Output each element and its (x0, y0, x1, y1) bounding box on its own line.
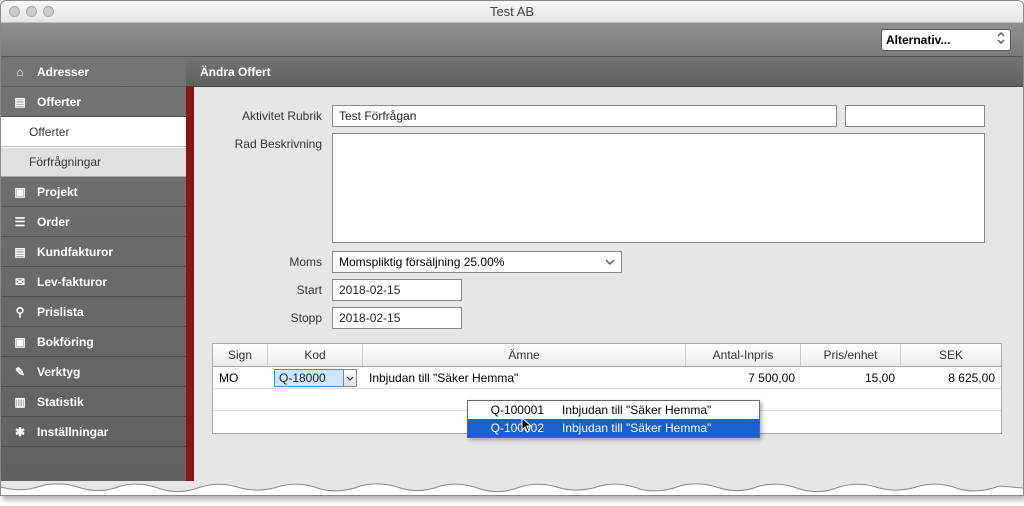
aktivitet-label: Aktivitet Rubrik (212, 105, 332, 123)
moms-value: Momspliktig försäljning 25.00% (339, 255, 504, 269)
alternativ-label: Alternativ... (886, 33, 950, 47)
sidebar-item-label: Lev-fakturor (37, 275, 107, 289)
sidebar-item-order[interactable]: ☰ Order (1, 207, 186, 237)
dropdown-option-desc: Inbjudan till "Säker Hemma" (556, 403, 759, 417)
sidebar-item-label: Verktyg (37, 365, 80, 379)
cell-amne: Inbjudan till "Säker Hemma" (363, 371, 686, 385)
col-amne[interactable]: Ämne (363, 344, 686, 366)
dropdown-option-code: Q-100001 (468, 403, 556, 417)
invoice-icon: ▤ (13, 245, 27, 259)
dropdown-option-code: Q-100002 (468, 421, 556, 435)
start-label: Start (212, 279, 332, 297)
cell-kod[interactable] (268, 369, 363, 387)
sidebar-item-label: Inställningar (37, 425, 108, 439)
chevron-down-icon (346, 371, 354, 385)
sidebar-subitem-förfrågningar[interactable]: Förfrågningar (1, 147, 186, 177)
sidebar-item-label: Adresser (37, 65, 89, 79)
stopp-label: Stopp (212, 307, 332, 325)
sidebar-item-verktyg[interactable]: ✎ Verktyg (1, 357, 186, 387)
sidebar-item-label: Projekt (37, 185, 78, 199)
kod-autocomplete-dropdown[interactable]: Q-100001Inbjudan till "Säker Hemma"Q-100… (467, 400, 760, 438)
sidebar-item-kundfakturor[interactable]: ▤ Kundfakturor (1, 237, 186, 267)
cell-sign: MO (213, 371, 268, 385)
page-header: Ändra Offert (186, 57, 1023, 87)
table-row[interactable]: MO Inbjudan till "Säker Hemma" 7 (213, 367, 1001, 389)
list-icon: ☰ (13, 215, 27, 229)
chevron-updown-icon (996, 31, 1006, 48)
sidebar-item-adresser[interactable]: ⌂ Adresser (1, 57, 186, 87)
chart-icon: ▥ (13, 395, 27, 409)
window-title: Test AB (1, 4, 1023, 19)
sidebar-item-label: Offerter (37, 95, 81, 109)
sidebar-subitem-offerter[interactable]: Offerter (1, 117, 186, 147)
close-window-button[interactable] (9, 6, 20, 17)
sidebar: ⌂ Adresser ▤ Offerter Offerter Förfrågningar ▣… (1, 57, 186, 495)
sidebar-item-prislista[interactable]: ⚲ Prislista (1, 297, 186, 327)
wrench-icon: ✎ (13, 365, 27, 379)
col-sign: Sign (213, 344, 268, 366)
sidebar-item-label: Statistik (37, 395, 84, 409)
kod-input[interactable] (274, 369, 344, 387)
chevron-down-icon (605, 255, 615, 269)
folder-icon: ▣ (13, 185, 27, 199)
torn-edge (1, 481, 1023, 495)
stopp-date-input[interactable] (332, 307, 462, 329)
aktivitet-input[interactable] (332, 105, 837, 127)
document-icon: ▤ (13, 95, 27, 109)
sidebar-item-statistik[interactable]: ▥ Statistik (1, 387, 186, 417)
sidebar-item-bokföring[interactable]: ▣ Bokföring (1, 327, 186, 357)
page-title: Ändra Offert (200, 65, 271, 79)
table-header-row: Sign Kod Ämne Antal-Inpris Pris/enhet SE… (213, 344, 1001, 367)
zoom-window-button[interactable] (43, 6, 54, 17)
col-pris[interactable]: Pris/enhet (801, 344, 901, 366)
kod-dropdown-toggle[interactable] (344, 369, 357, 387)
toolbar: Alternativ... (1, 23, 1023, 57)
moms-select[interactable]: Momspliktig försäljning 25.00% (332, 251, 622, 273)
sidebar-item-label: Prislista (37, 305, 84, 319)
dropdown-option[interactable]: Q-100001Inbjudan till "Säker Hemma" (468, 401, 759, 419)
sidebar-item-label: Order (37, 215, 70, 229)
dropdown-option-desc: Inbjudan till "Säker Hemma" (556, 421, 759, 435)
sidebar-item-lev-fakturor[interactable]: ✉ Lev-fakturor (1, 267, 186, 297)
aktivitet-secondary-input[interactable] (845, 105, 985, 127)
cell-sek: 8 625,00 (901, 371, 1001, 385)
sidebar-item-label: Bokföring (37, 335, 94, 349)
cell-antal: 7 500,00 (686, 371, 801, 385)
gear-icon: ✱ (13, 425, 27, 439)
mail-icon: ✉ (13, 275, 27, 289)
accent-bar (186, 87, 194, 495)
sidebar-item-label: Förfrågningar (29, 155, 101, 169)
sidebar-item-offerter[interactable]: ▤ Offerter (1, 87, 186, 117)
moms-label: Moms (212, 251, 332, 269)
sidebar-item-projekt[interactable]: ▣ Projekt (1, 177, 186, 207)
cell-pris: 15,00 (801, 371, 901, 385)
cursor-icon (521, 417, 535, 435)
home-icon: ⌂ (13, 65, 27, 79)
minimize-window-button[interactable] (26, 6, 37, 17)
book-icon: ▣ (13, 335, 27, 349)
sidebar-item-inställningar[interactable]: ✱ Inställningar (1, 417, 186, 447)
traffic-lights[interactable] (9, 6, 54, 17)
start-date-input[interactable] (332, 279, 462, 301)
dropdown-option[interactable]: Q-100002Inbjudan till "Säker Hemma" (468, 419, 759, 437)
sidebar-item-label: Kundfakturor (37, 245, 113, 259)
rad-beskrivning-textarea[interactable] (332, 133, 985, 243)
window-titlebar: Test AB (1, 1, 1023, 23)
col-kod[interactable]: Kod (268, 344, 363, 366)
rad-label: Rad Beskrivning (212, 133, 332, 151)
tag-icon: ⚲ (13, 305, 27, 319)
sidebar-item-label: Offerter (29, 125, 69, 139)
alternativ-dropdown[interactable]: Alternativ... (881, 29, 1011, 51)
col-antal[interactable]: Antal-Inpris (686, 344, 801, 366)
col-sek[interactable]: SEK (901, 344, 1001, 366)
